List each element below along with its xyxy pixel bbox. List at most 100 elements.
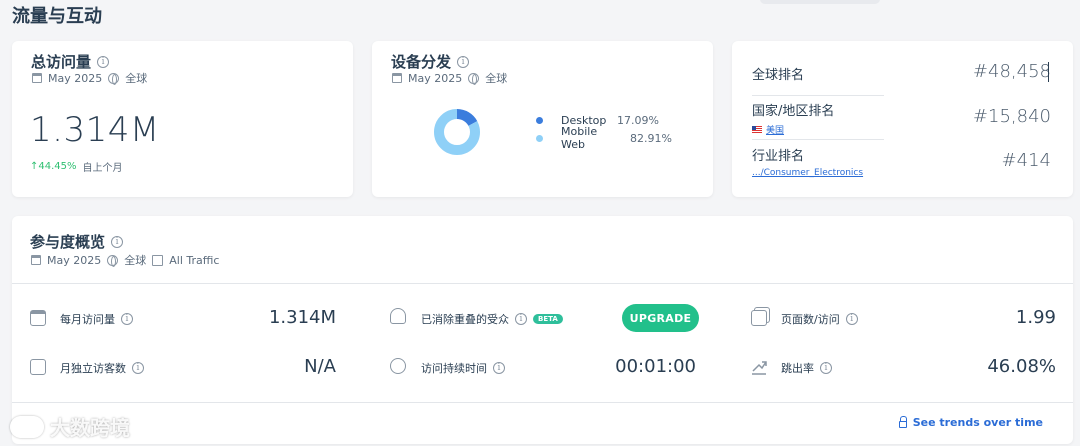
visit-duration-value: 00:01:00 (615, 356, 696, 377)
total-visits-title: 总访问量 i (31, 51, 110, 72)
total-visits-title-text: 总访问量 (31, 53, 92, 71)
engagement-card (12, 216, 1073, 444)
visit-duration-text: 访问持续时间 (421, 362, 487, 375)
divider (752, 95, 884, 96)
visits-change: ↑ 44.45% 自上个月 (30, 159, 123, 174)
device-meta: May 2025 全球 (392, 70, 507, 86)
bounce-rate-text: 跳出率 (781, 362, 814, 375)
industry-rank-label: 行业排名 (752, 149, 805, 164)
monthly-visits-text: 每月访问量 (60, 313, 115, 326)
watermark-text: 大数跨境 (50, 416, 130, 440)
engagement-title-text: 参与度概览 (30, 233, 106, 251)
info-icon[interactable]: i (845, 313, 858, 325)
dedup-audience-text: 已消除重叠的受众 (421, 313, 509, 326)
country-link[interactable]: 美国 (752, 123, 884, 136)
see-trends-link[interactable]: See trends over time (898, 415, 1043, 429)
legend-item-mobile: Mobile Web 82.91% (536, 125, 672, 151)
info-icon[interactable]: i (121, 313, 133, 325)
device-legend: Desktop 17.09% Mobile Web 82.91% (536, 111, 672, 151)
info-icon[interactable]: i (111, 235, 124, 248)
unique-visitors-value: N/A (304, 356, 336, 377)
lock-icon (898, 415, 907, 428)
device-title-text: 设备分发 (391, 53, 452, 71)
device-title: 设备分发 i (391, 51, 470, 72)
region-label: 全球 (125, 72, 148, 85)
country-name[interactable]: 美国 (766, 123, 784, 136)
legend-name: Mobile Web (561, 125, 598, 151)
region-label: 全球 (485, 72, 508, 85)
pages-per-visit-text: 页面数/访问 (781, 313, 840, 326)
divider (752, 139, 884, 140)
top-shadow (760, 0, 880, 4)
unique-visitors-text: 月独立访客数 (60, 362, 126, 375)
unique-visitors-label: 月独立访客数 i (60, 360, 144, 376)
industry-link[interactable]: .../Consumer_Electronics (752, 168, 884, 178)
info-icon[interactable]: i (820, 362, 832, 374)
industry-name[interactable]: .../Consumer_Electronics (752, 168, 863, 178)
text-cursor (1048, 62, 1049, 82)
info-icon[interactable]: i (457, 55, 470, 68)
engagement-meta: May 2025 全球 All Traffic (31, 252, 219, 268)
globe-icon (468, 72, 480, 85)
visit-duration-label: 访问持续时间 i (421, 360, 505, 376)
upgrade-button[interactable]: UPGRADE (622, 304, 699, 332)
calendar-icon (30, 310, 46, 326)
watermark-logo (10, 415, 44, 438)
legend-dot (536, 116, 543, 124)
monthly-visits-value: 1.314M (268, 307, 336, 328)
calendar-icon (32, 73, 42, 83)
info-icon[interactable]: i (515, 313, 527, 325)
bounce-icon (752, 361, 767, 375)
change-label: 自上个月 (82, 163, 123, 174)
global-rank-row: 全球排名 (752, 64, 884, 83)
monthly-visits-label: 每月访问量 i (60, 311, 133, 327)
legend-value: 17.09% (617, 113, 659, 127)
country-rank-label: 国家/地区排名 (752, 104, 835, 119)
globe-icon (108, 72, 120, 85)
date-label: May 2025 (408, 71, 463, 85)
divider (12, 283, 1073, 284)
pages-per-visit-value: 1.99 (1015, 307, 1056, 328)
see-trends-text[interactable]: See trends over time (913, 416, 1043, 429)
arrow-up-icon: ↑ (30, 161, 39, 172)
global-rank-label: 全球排名 (752, 68, 805, 83)
divider (12, 402, 1073, 403)
dedup-audience-label: 已消除重叠的受众 i BETA (421, 311, 563, 327)
change-value: 44.45% (38, 161, 77, 172)
legend-dot (536, 134, 543, 142)
bounce-rate-value: 46.08% (987, 356, 1056, 377)
date-label: May 2025 (48, 71, 103, 85)
global-rank-value: #48,458 (972, 61, 1051, 82)
bounce-rate-label: 跳出率 i (781, 360, 832, 376)
country-rank-row: 国家/地区排名 美国 (752, 100, 884, 136)
device-donut-chart (434, 109, 480, 155)
watermark: 大数跨境 (10, 412, 130, 441)
page-title: 流量与互动 (12, 6, 102, 27)
us-flag-icon (752, 126, 762, 133)
total-visits-card: 总访问量 i May 2025 全球 1.314M ↑ 44.45% 自上个月 (12, 41, 353, 197)
stopwatch-icon (390, 358, 406, 374)
pages-per-visit-label: 页面数/访问 i (781, 311, 858, 327)
traffic-label: All Traffic (169, 253, 220, 267)
calendar-icon (392, 73, 402, 83)
region-label: 全球 (124, 254, 147, 267)
users-icon (390, 308, 406, 324)
calendar-icon (31, 255, 41, 265)
info-icon[interactable]: i (132, 362, 144, 374)
info-icon[interactable]: i (493, 362, 505, 374)
rankings-card: 全球排名 #48,458 国家/地区排名 美国 #15,840 行业排名 ...… (732, 41, 1073, 197)
pages-icon (751, 310, 767, 326)
info-icon[interactable]: i (97, 55, 110, 68)
engagement-title: 参与度概览 i (30, 231, 124, 252)
traffic-icon (152, 254, 164, 266)
beta-badge: BETA (533, 314, 563, 324)
visitor-icon (30, 359, 46, 375)
date-label: May 2025 (47, 253, 102, 267)
country-rank-value: #15,840 (972, 106, 1051, 127)
total-visits-value: 1.314M (30, 110, 160, 150)
total-visits-meta: May 2025 全球 (32, 70, 147, 86)
legend-value: 82.91% (630, 131, 672, 145)
industry-rank-value: #414 (1001, 150, 1051, 171)
industry-rank-row: 行业排名 .../Consumer_Electronics (752, 145, 884, 178)
globe-icon (107, 254, 119, 267)
